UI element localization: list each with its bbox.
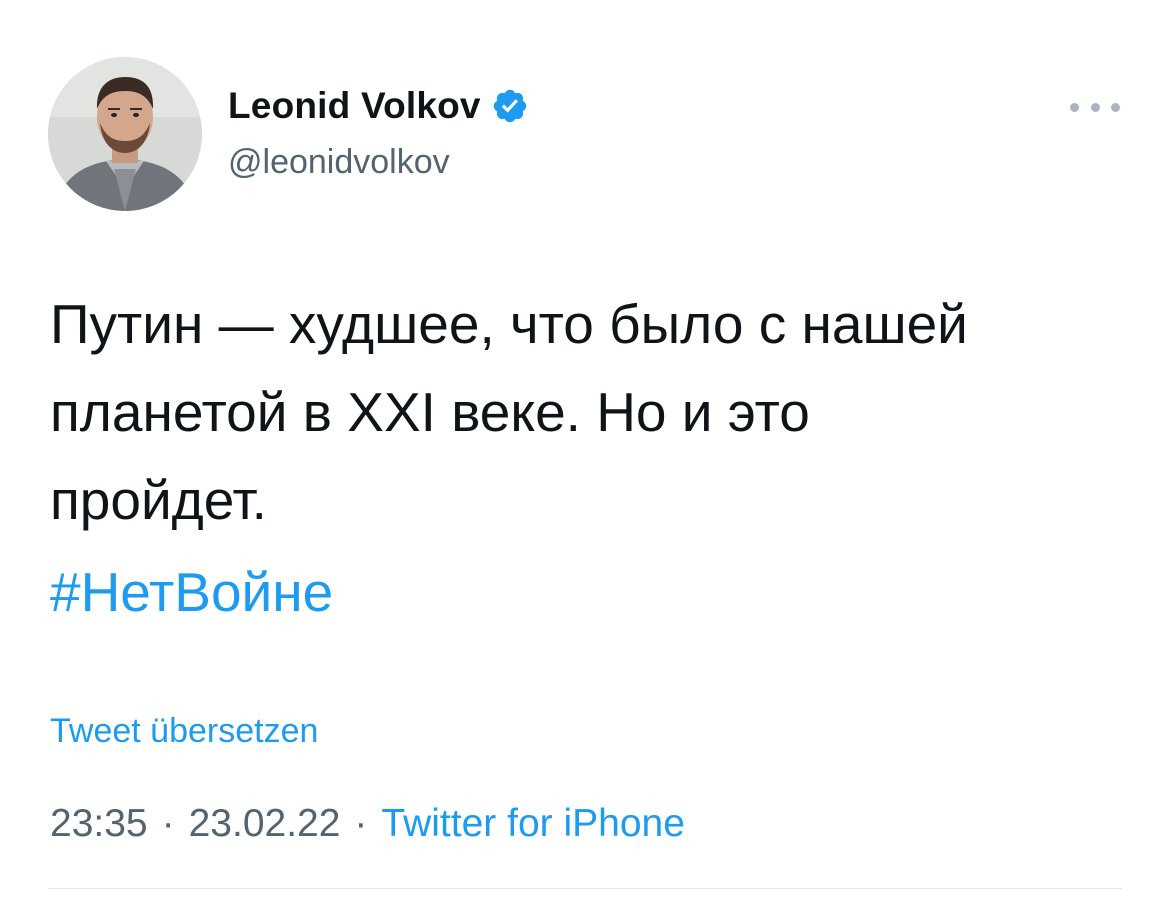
more-horizontal-icon[interactable] [1070,97,1120,117]
more-dot [1070,102,1079,112]
author-handle[interactable]: @leonidvolkov [228,143,450,182]
metadata-separator: · [161,802,175,845]
more-dot [1090,102,1100,112]
author-avatar[interactable] [48,57,202,211]
author-display-name[interactable]: Leonid Volkov [228,85,481,127]
translate-tweet-link[interactable]: Tweet übersetzen [50,712,318,751]
tweet-source-link[interactable]: Twitter for iPhone [381,802,684,846]
more-dot [1111,102,1120,112]
author-name-row: Leonid Volkov [228,84,529,128]
divider [48,888,1122,889]
metadata-separator: · [354,802,368,845]
tweet-card: Leonid Volkov @leonidvolkov Путин — худш… [0,0,1170,905]
hashtag-link[interactable]: #НетВойне [50,557,333,627]
tweet-text: Путин — худшее, что было с нашей плането… [50,293,968,531]
avatar-photo [48,57,202,211]
tweet-time[interactable]: 23:35 [50,802,148,846]
tweet-metadata: 23:35 · 23.02.22 · Twitter for iPhone [50,802,685,846]
tweet-date[interactable]: 23.02.22 [189,802,341,846]
verified-badge-icon [491,87,529,125]
